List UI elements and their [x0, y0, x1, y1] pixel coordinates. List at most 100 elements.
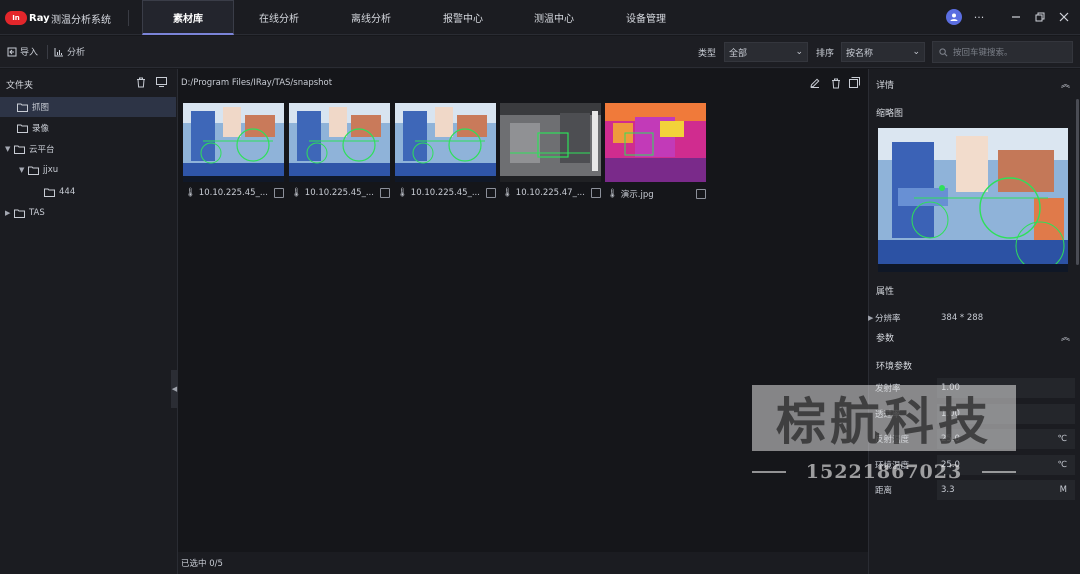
file-name: 演示.jpg [620, 190, 654, 200]
transmittance-field[interactable]: 1.00 [937, 404, 1075, 424]
type-value: 全部 [729, 48, 748, 59]
select-all-icon[interactable] [849, 77, 860, 88]
file-checkbox[interactable] [486, 188, 496, 198]
folder-panel-title: 文件夹 [6, 81, 34, 91]
monitor-icon[interactable] [156, 77, 167, 87]
file-checkbox[interactable] [696, 189, 706, 199]
caret-down-icon[interactable]: ▼ [5, 145, 14, 153]
folder-item-tas[interactable]: ▶ TAS [0, 203, 176, 223]
thermal-image-thumbnail[interactable] [289, 103, 390, 182]
thermometer-icon: 🌡 [502, 188, 513, 198]
file-card[interactable]: 🌡 10.10.225.47_... [500, 103, 601, 203]
file-name: 10.10.225.45_... [198, 188, 268, 198]
folder-label: 云平台 [29, 145, 55, 155]
file-card[interactable]: 🌡 10.10.225.45_... [183, 103, 284, 203]
collapse-up-icon[interactable]: ︽ [1061, 77, 1070, 90]
toolbar: 导入 分析 类型 全部 ⌄ 排序 按名称 ⌄ 按回车键搜索。 [0, 36, 1080, 68]
param-value: 1.00 [941, 383, 960, 393]
restore-icon[interactable] [1032, 9, 1048, 25]
resolution-key: 分辨率 [875, 314, 901, 324]
file-name: 10.10.225.45_... [304, 188, 374, 198]
import-label: 导入 [20, 48, 39, 58]
thermal-image-thumbnail[interactable] [500, 103, 601, 182]
trash-icon[interactable] [136, 77, 146, 88]
import-icon [7, 47, 17, 56]
type-select[interactable]: 全部 ⌄ [724, 42, 808, 62]
divider [47, 45, 48, 59]
folder-icon [44, 188, 55, 197]
thermal-image-thumbnail[interactable] [183, 103, 284, 182]
distance-row: 距离 3.3 M [875, 480, 1075, 500]
file-checkbox[interactable] [274, 188, 284, 198]
minimize-icon[interactable] [1008, 9, 1024, 25]
emissivity-field[interactable]: 1.00 [937, 378, 1075, 398]
distance-field[interactable]: 3.3 M [937, 480, 1075, 500]
search-placeholder: 按回车键搜索。 [953, 48, 1013, 58]
param-value: 25.0 [941, 460, 960, 470]
selected-thermal-preview [878, 128, 1068, 272]
folder-item-snapshot[interactable]: 抓图 [0, 97, 176, 117]
file-checkbox[interactable] [591, 188, 601, 198]
file-card[interactable]: 🌡 演示.jpg [605, 103, 706, 203]
collapse-up-icon[interactable]: ︽ [1061, 330, 1070, 343]
tab-online-analysis[interactable]: 在线分析 [233, 0, 325, 35]
trash-icon[interactable] [831, 78, 841, 89]
folder-item-jjxu[interactable]: ▼ jjxu [0, 160, 176, 180]
file-card[interactable]: 🌡 10.10.225.45_... [395, 103, 496, 203]
thermometer-icon: 🌡 [291, 188, 302, 198]
app-logo: In Ray [5, 10, 50, 26]
file-checkbox[interactable] [380, 188, 390, 198]
caret-down-icon[interactable]: ▼ [19, 166, 28, 174]
reflected-temp-row: 反射温度 25.0 ℃ [875, 429, 1075, 449]
edit-icon[interactable] [810, 78, 820, 88]
app-title: 测温分析系统 [51, 15, 111, 26]
sort-label: 排序 [816, 49, 835, 59]
search-input[interactable]: 按回车键搜索。 [932, 41, 1073, 63]
more-icon[interactable]: ··· [971, 9, 987, 25]
collapse-right-handle[interactable]: ▶ [868, 314, 873, 328]
folder-label: 录像 [32, 124, 50, 134]
ambient-temp-field[interactable]: 25.0 ℃ [937, 455, 1075, 475]
caret-right-icon[interactable]: ▶ [5, 209, 14, 217]
divider [128, 10, 129, 26]
sort-select[interactable]: 按名称 ⌄ [841, 42, 925, 62]
ambient-temp-row: 环境温度 25.0 ℃ [875, 455, 1075, 475]
thermal-image-thumbnail[interactable] [395, 103, 496, 182]
param-unit: ℃ [1057, 434, 1067, 444]
collapse-left-handle[interactable]: ◀ [171, 370, 178, 408]
file-name: 10.10.225.47_... [515, 188, 585, 198]
reflected-temp-field[interactable]: 25.0 ℃ [937, 429, 1075, 449]
folder-label: 444 [59, 187, 76, 197]
details-scrollbar[interactable] [1076, 99, 1079, 265]
thermal-image-thumbnail[interactable] [605, 103, 706, 182]
search-icon [939, 47, 948, 56]
folder-item-cloud[interactable]: ▼ 云平台 [0, 139, 176, 159]
tab-alarm-center[interactable]: 报警中心 [417, 0, 509, 35]
close-icon[interactable] [1056, 9, 1072, 25]
chart-icon [54, 47, 63, 56]
folder-item-recording[interactable]: 录像 [0, 118, 176, 138]
param-value: 3.3 [941, 485, 955, 495]
tab-material-library[interactable]: 素材库 [142, 0, 234, 35]
file-card[interactable]: 🌡 10.10.225.45_... [289, 103, 390, 203]
logo-text: Ray [29, 12, 50, 24]
thermometer-icon: 🌡 [185, 188, 196, 198]
file-caption: 🌡 10.10.225.47_... [502, 188, 601, 198]
tab-offline-analysis[interactable]: 离线分析 [325, 0, 417, 35]
folder-icon [14, 145, 25, 154]
folder-item-444[interactable]: 444 [0, 182, 176, 202]
param-key: 透过率 [875, 410, 901, 420]
folder-panel: 文件夹 抓图 录像 ▼ 云平台 ▼ jjxu 444 ▶ TAS ◀ [0, 69, 178, 574]
param-value: 25.0 [941, 434, 960, 444]
file-caption: 🌡 演示.jpg [607, 188, 706, 200]
resolution-row: 分辨率 384 * 288 [875, 308, 1075, 328]
logo-mark: In [5, 11, 27, 25]
analyze-button[interactable]: 分析 [54, 45, 85, 58]
transmittance-row: 透过率 1.00 [875, 404, 1075, 424]
user-avatar-icon[interactable] [946, 9, 962, 25]
tab-device-management[interactable]: 设备管理 [600, 0, 692, 35]
details-panel: 详情 ︽ 缩略图 属性 分辨率 384 * 288 参数 ︽ 环境参数 发射率 … [868, 69, 1080, 574]
param-unit: ℃ [1057, 460, 1067, 470]
tab-temperature-center[interactable]: 测温中心 [508, 0, 600, 35]
import-button[interactable]: 导入 [7, 45, 38, 58]
